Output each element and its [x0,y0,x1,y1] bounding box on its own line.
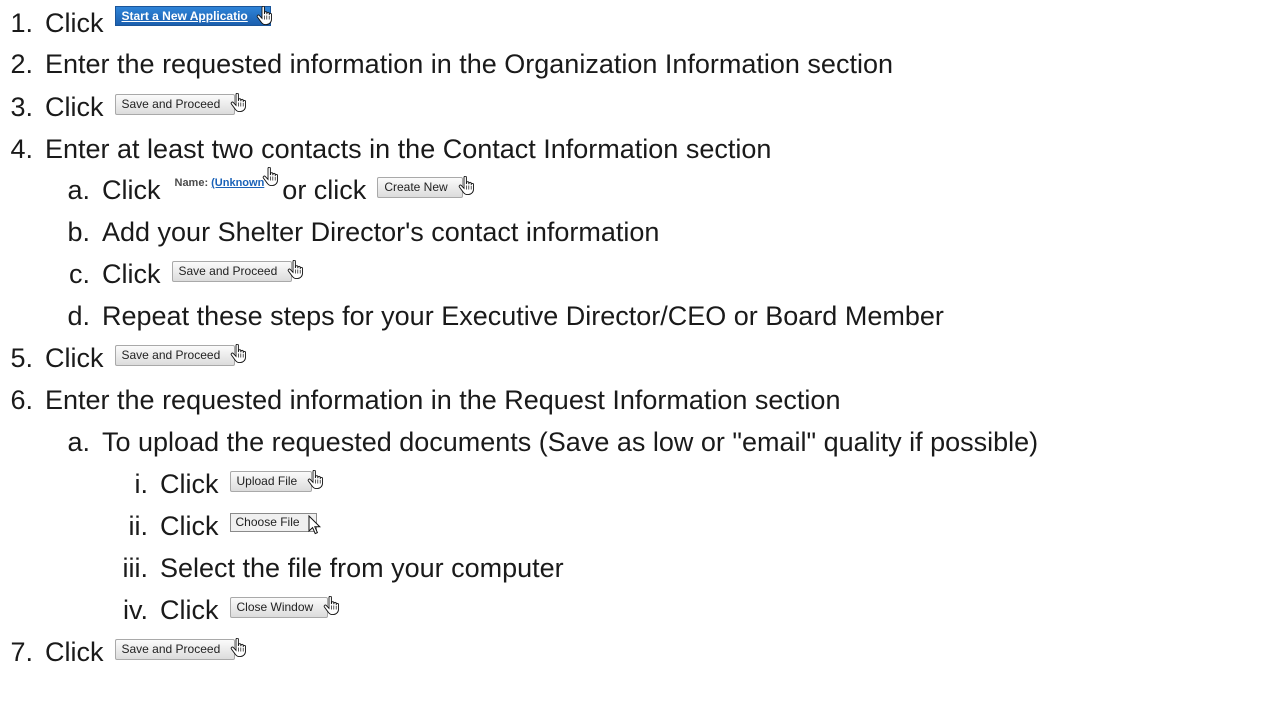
button-label: Save and Proceed [121,642,221,656]
step-number: 6. [10,385,33,415]
button-label: Start a New Applicatio [121,9,248,23]
step-number: 4. [10,134,33,164]
hand-pointer-cursor-icon [230,638,246,658]
step-roman: iv. [123,595,148,625]
step-number: 3. [10,92,33,122]
step-6a-i: i. Click Upload File [105,468,312,500]
step-text: Click [160,595,219,625]
step-text: Click [160,511,219,541]
step-letter: d. [67,301,90,331]
step-6: 6. Enter the requested information in th… [0,384,840,416]
button-label: Save and Proceed [121,97,221,111]
step-5: 5. Click Save and Proceed [0,342,235,374]
step-6a-iii: iii. Select the file from your computer [105,552,564,584]
step-text: Add your Shelter Director's contact info… [102,217,660,247]
save-and-proceed-button[interactable]: Save and Proceed [114,345,236,366]
step-letter: b. [67,217,90,247]
close-window-button[interactable]: Close Window [229,597,329,618]
button-label: Close Window [236,600,314,614]
step-letter: c. [68,259,90,289]
upload-file-button[interactable]: Upload File [229,471,313,492]
step-text: Click [45,92,104,122]
step-3: 3. Click Save and Proceed [0,91,235,123]
step-number: 5. [10,343,33,373]
step-letter: a. [67,175,90,205]
save-and-proceed-button[interactable]: Save and Proceed [171,261,293,282]
hand-pointer-cursor-icon [307,470,323,490]
button-label: Save and Proceed [178,264,278,278]
step-number: 1. [10,8,33,38]
step-text: To upload the requested documents (Save … [102,427,1039,457]
step-text: Repeat these steps for your Executive Di… [102,301,944,331]
step-4a: a. Click Name: (Unknown or click Create … [62,174,463,206]
step-4b: b. Add your Shelter Director's contact i… [62,216,659,248]
hand-pointer-cursor-icon [230,344,246,364]
step-roman: ii. [128,511,149,541]
choose-file-button[interactable]: Choose File [229,512,317,532]
step-6a-ii: ii. Click Choose File [105,510,317,542]
step-text: Enter the requested information in the O… [45,49,893,79]
save-and-proceed-button[interactable]: Save and Proceed [114,639,236,660]
step-text: Click [45,8,104,38]
step-text: Select the file from your computer [160,553,564,583]
step-roman: iii. [122,553,149,583]
step-2: 2. Enter the requested information in th… [0,48,893,80]
step-text: Click [102,259,161,289]
step-7: 7. Click Save and Proceed [0,636,235,668]
hand-pointer-cursor-icon [323,596,339,616]
hand-pointer-cursor-icon [230,93,246,113]
step-text: Click [45,343,104,373]
step-4c: c. Click Save and Proceed [62,258,292,290]
start-new-application-button[interactable]: Start a New Applicatio [114,6,272,26]
button-label: Save and Proceed [121,348,221,362]
name-label: Name: [174,177,209,189]
step-roman: i. [134,469,149,499]
hand-pointer-cursor-icon [262,167,278,187]
button-label: Upload File [236,474,298,488]
step-6a-iv: iv. Click Close Window [105,594,328,626]
save-and-proceed-button[interactable]: Save and Proceed [114,94,236,115]
arrow-pointer-cursor-icon [308,515,322,535]
button-label: Create New [384,180,448,194]
step-4d: d. Repeat these steps for your Executive… [62,300,944,332]
step-letter: a. [67,427,90,457]
name-value-link[interactable]: (Unknown [211,167,264,199]
step-number: 2. [10,49,33,79]
contact-name-link[interactable]: Name: (Unknown [175,167,265,199]
step-text: Click [45,637,104,667]
step-text: Click [160,469,219,499]
step-number: 7. [10,637,33,667]
step-4: 4. Enter at least two contacts in the Co… [0,133,771,165]
hand-pointer-cursor-icon [287,260,303,280]
hand-pointer-cursor-icon [256,6,272,26]
step-text: Enter the requested information in the R… [45,385,841,415]
step-text: Click [102,175,161,205]
step-1: 1. Click Start a New Applicatio [0,6,272,39]
button-label: Choose File [235,515,300,529]
or-click-text: or click [282,175,367,205]
create-new-button[interactable]: Create New [377,177,462,198]
step-text: Enter at least two contacts in the Conta… [45,134,772,164]
hand-pointer-cursor-icon [458,176,474,196]
step-6a: a. To upload the requested documents (Sa… [62,426,1038,458]
